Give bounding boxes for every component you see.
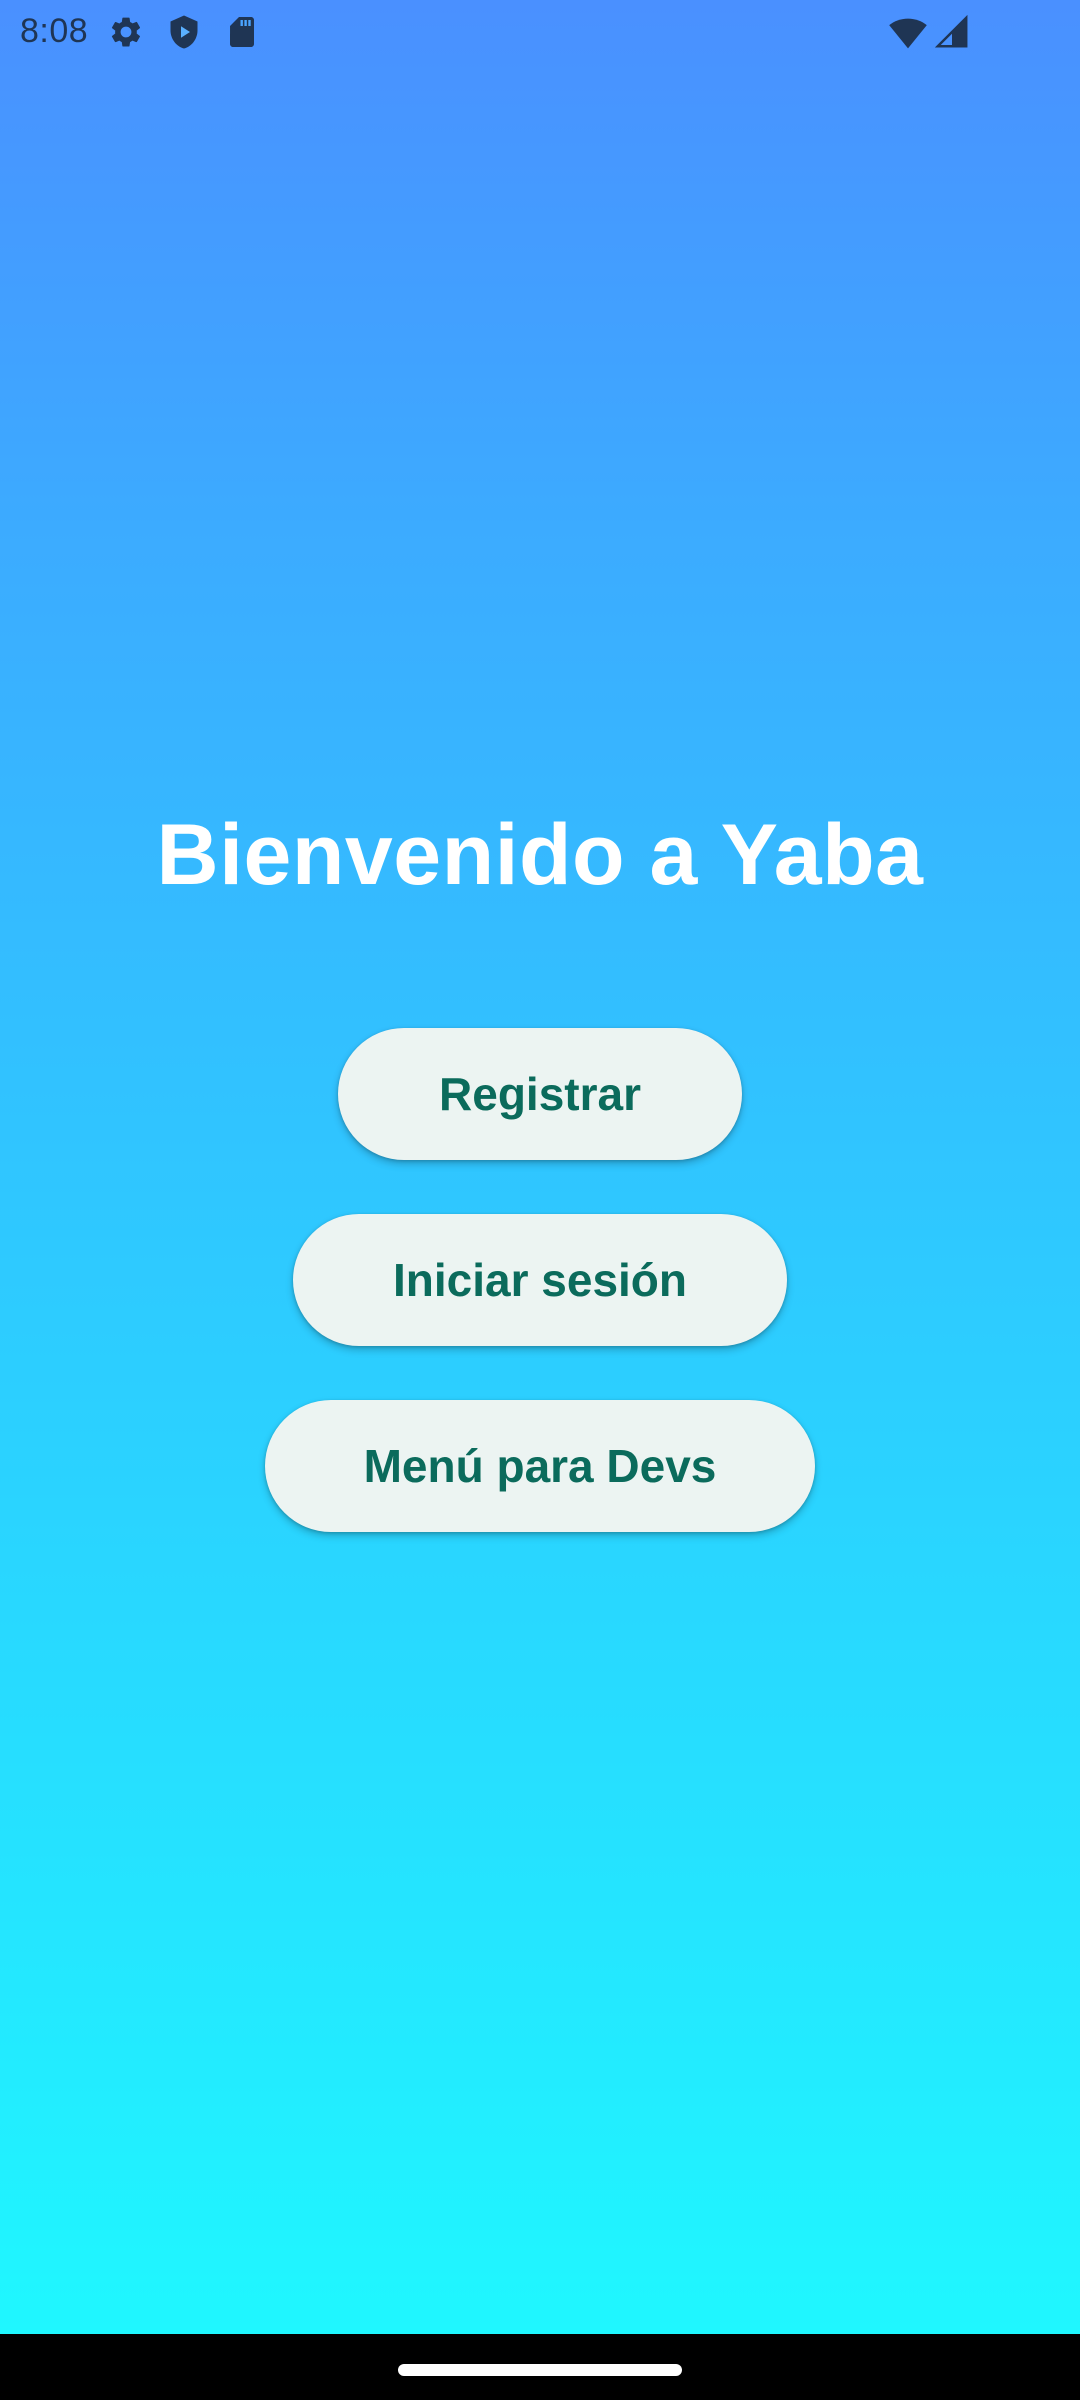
shield-play-icon (166, 14, 202, 55)
sd-card-icon (224, 14, 260, 55)
login-button[interactable]: Iniciar sesión (293, 1214, 787, 1346)
welcome-screen (0, 64, 1080, 2334)
welcome-title: Bienvenido a Yaba (156, 807, 924, 903)
status-bar: 8:08 (0, 0, 1080, 64)
cell-signal-icon (934, 14, 970, 55)
gear-icon (108, 14, 144, 55)
home-gesture-handle[interactable] (398, 2364, 682, 2376)
wifi-icon (888, 14, 928, 55)
status-time: 8:08 (20, 12, 89, 50)
register-button[interactable]: Registrar (338, 1028, 742, 1160)
dev-menu-button[interactable]: Menú para Devs (265, 1400, 815, 1532)
